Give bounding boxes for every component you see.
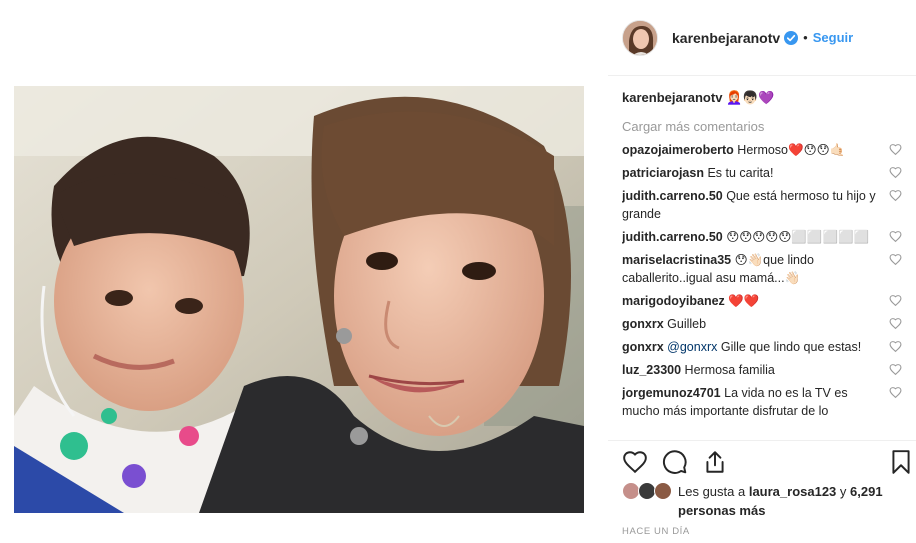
comment-text: ❤️❤️ (724, 294, 760, 308)
comment-icon[interactable] (662, 449, 688, 475)
caption-text: 👩🏻‍🦰👦🏻💜 (726, 90, 775, 105)
post-photo[interactable] (14, 86, 584, 513)
post-side-panel: karenbejaranotv • Seguir karenbejaranotv… (608, 0, 916, 543)
follow-button[interactable]: Seguir (813, 30, 853, 45)
comment-row: judith.carreno.50 Que está hermoso tu hi… (622, 187, 912, 223)
post-header: karenbejaranotv • Seguir (608, 0, 916, 76)
comment-text: Guilleb (663, 317, 707, 331)
post-caption: karenbejaranotv 👩🏻‍🦰👦🏻💜 (622, 89, 912, 107)
comment-username[interactable]: opazojaimeroberto (622, 143, 734, 157)
verified-badge-icon (784, 30, 799, 45)
comment-row: opazojaimeroberto Hermoso❤️😯😯🤙🏻 (622, 141, 912, 159)
comment-username[interactable]: patriciarojasn (622, 166, 704, 180)
likes-prefix: Les gusta a (678, 484, 749, 499)
action-bar (608, 440, 916, 480)
comment-username[interactable]: gonxrx (622, 317, 664, 331)
likes-text: Les gusta a laura_rosa123 y 6,291 person… (678, 482, 912, 520)
comment-username[interactable]: judith.carreno.50 (622, 189, 723, 203)
comment-like-heart-icon[interactable] (889, 317, 902, 330)
comment-row: mariselacristina35 😯👋🏻que lindo caballer… (622, 251, 912, 287)
header-username[interactable]: karenbejaranotv (672, 30, 780, 46)
comment-text: Hermoso❤️😯😯🤙🏻 (733, 143, 846, 157)
comment-row: gonxrx Guilleb (622, 315, 912, 333)
share-icon[interactable] (702, 449, 728, 475)
comment-row: jorgemunoz4701 La vida no es la TV es mu… (622, 384, 912, 420)
comment-text: Es tu carita! (703, 166, 774, 180)
comment-text: Hermosa familia (681, 363, 775, 377)
likes-mid: y (836, 484, 851, 499)
load-more-comments-button[interactable]: Cargar más comentarios (622, 119, 912, 134)
caption-username[interactable]: karenbejaranotv (622, 90, 722, 105)
comment-like-heart-icon[interactable] (889, 386, 902, 399)
comment-row: gonxrx @gonxrx Gille que lindo que estas… (622, 338, 912, 356)
comment-username[interactable]: judith.carreno.50 (622, 230, 723, 244)
comment-row: judith.carreno.50 😯😯😯😯😯⬜⬜⬜⬜⬜ (622, 228, 912, 246)
post-timestamp[interactable]: HACE UN DÍA (622, 526, 690, 537)
comment-username[interactable]: jorgemunoz4701 (622, 386, 721, 400)
comment-row: luz_23300 Hermosa familia (622, 361, 912, 379)
avatar (654, 482, 672, 500)
likes-user-link[interactable]: laura_rosa123 (749, 484, 836, 499)
comments-list[interactable]: karenbejaranotv 👩🏻‍🦰👦🏻💜 Cargar más comen… (622, 86, 912, 440)
comment-username[interactable]: luz_23300 (622, 363, 681, 377)
comment-text: 😯😯😯😯😯⬜⬜⬜⬜⬜ (722, 230, 870, 244)
comment-like-heart-icon[interactable] (889, 363, 902, 376)
selfie-image (14, 86, 584, 513)
comment-like-heart-icon[interactable] (889, 253, 902, 266)
comment-username[interactable]: gonxrx (622, 340, 664, 354)
separator-dot: • (803, 30, 808, 45)
comment-text: Gille que lindo que estas! (717, 340, 862, 354)
comment-like-heart-icon[interactable] (889, 189, 902, 202)
comment-username[interactable]: mariselacristina35 (622, 253, 731, 267)
liker-avatars[interactable] (622, 482, 674, 500)
heart-icon[interactable] (622, 449, 648, 475)
likes-summary: Les gusta a laura_rosa123 y 6,291 person… (622, 482, 912, 520)
comment-like-heart-icon[interactable] (889, 166, 902, 179)
bookmark-icon[interactable] (888, 449, 914, 475)
comment-like-heart-icon[interactable] (889, 143, 902, 156)
comment-like-heart-icon[interactable] (889, 230, 902, 243)
comment-like-heart-icon[interactable] (889, 294, 902, 307)
comment-mention[interactable]: @gonxrx (664, 340, 717, 354)
avatar[interactable] (622, 19, 658, 56)
comment-username[interactable]: marigodoyibanez (622, 294, 725, 308)
comment-like-heart-icon[interactable] (889, 340, 902, 353)
comment-row: patriciarojasn Es tu carita! (622, 164, 912, 182)
comment-row: marigodoyibanez ❤️❤️ (622, 292, 912, 310)
